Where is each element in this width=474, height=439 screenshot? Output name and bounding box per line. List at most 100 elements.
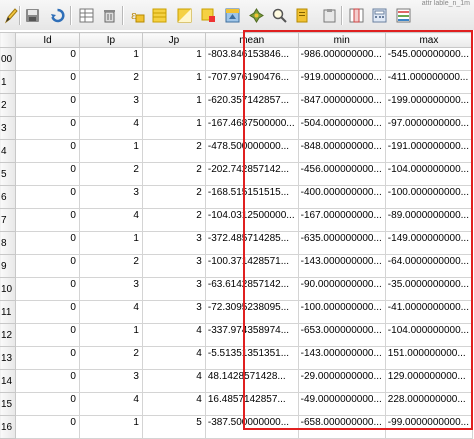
cell-min[interactable]: -658.000000000...: [297, 415, 386, 439]
delete-column-icon[interactable]: [348, 7, 365, 24]
cell-max[interactable]: -89.0000000000...: [384, 208, 474, 232]
cell-max[interactable]: -100.000000000...: [384, 185, 474, 209]
cell-id[interactable]: 0: [15, 139, 80, 163]
row-header[interactable]: 1: [0, 70, 17, 94]
cell-ip[interactable]: 1: [78, 323, 143, 347]
table-row[interactable]: 9 0 2 3 -100.371428571... -143.000000000... -6…: [0, 254, 474, 278]
cell-min[interactable]: -848.000000000...: [297, 139, 386, 163]
paste-features-icon[interactable]: [321, 7, 338, 24]
cell-id[interactable]: 0: [15, 208, 80, 232]
cell-ip[interactable]: 4: [78, 208, 143, 232]
conditional-format-icon[interactable]: [395, 7, 412, 24]
invert-selection-icon[interactable]: [176, 7, 193, 24]
cell-ip[interactable]: 4: [78, 300, 143, 324]
cell-ip[interactable]: 2: [78, 254, 143, 278]
cell-jp[interactable]: 2: [141, 208, 206, 232]
pan-to-selected-icon[interactable]: [248, 7, 265, 24]
cell-jp[interactable]: 4: [141, 346, 206, 370]
cell-max[interactable]: -411.000000000...: [384, 70, 474, 94]
cell-jp[interactable]: 4: [141, 392, 206, 416]
cell-ip[interactable]: 2: [78, 70, 143, 94]
cell-ip[interactable]: 3: [78, 277, 143, 301]
column-header-ip[interactable]: Ip: [78, 32, 143, 48]
cell-ip[interactable]: 1: [78, 415, 143, 439]
cell-id[interactable]: 0: [15, 185, 80, 209]
cell-max[interactable]: -97.0000000000...: [384, 116, 474, 140]
cell-min[interactable]: -167.000000000...: [297, 208, 386, 232]
table-row[interactable]: 14 0 3 4 48.1428571428... -29.0000000000... 12…: [0, 369, 474, 393]
cell-min[interactable]: -143.000000000...: [297, 346, 386, 370]
reload-icon[interactable]: [49, 7, 66, 24]
zoom-to-selected-icon[interactable]: [271, 7, 288, 24]
cell-min[interactable]: -29.0000000000...: [297, 369, 386, 393]
cell-id[interactable]: 0: [15, 116, 80, 140]
cell-jp[interactable]: 1: [141, 116, 206, 140]
cell-max[interactable]: -191.000000000...: [384, 139, 474, 163]
row-header[interactable]: 9: [0, 254, 17, 278]
table-row[interactable]: 11 0 4 3 -72.3095238095... -100.000000000... -…: [0, 300, 474, 324]
copy-rows-icon[interactable]: [294, 7, 311, 24]
cell-jp[interactable]: 3: [141, 254, 206, 278]
row-header[interactable]: 4: [0, 139, 17, 163]
table-row[interactable]: 13 0 2 4 -5.51351351351... -143.000000000... 1…: [0, 346, 474, 370]
table-row[interactable]: 2 0 3 1 -620.357142857... -847.000000000... -1…: [0, 93, 474, 117]
cell-mean[interactable]: -100.371428571...: [204, 254, 299, 278]
cell-ip[interactable]: 1: [78, 47, 143, 71]
cell-min[interactable]: -919.000000000...: [297, 70, 386, 94]
cell-id[interactable]: 0: [15, 254, 80, 278]
cell-ip[interactable]: 2: [78, 346, 143, 370]
cell-id[interactable]: 0: [15, 47, 80, 71]
cell-mean[interactable]: -372.485714285...: [204, 231, 299, 255]
cell-jp[interactable]: 1: [141, 70, 206, 94]
cell-min[interactable]: -400.000000000...: [297, 185, 386, 209]
move-selection-top-icon[interactable]: [224, 7, 241, 24]
cell-max[interactable]: -545.000000000...: [384, 47, 474, 71]
cell-jp[interactable]: 2: [141, 185, 206, 209]
cell-id[interactable]: 0: [15, 93, 80, 117]
cell-ip[interactable]: 3: [78, 185, 143, 209]
table-row[interactable]: 8 0 1 3 -372.485714285... -635.000000000... -1…: [0, 231, 474, 255]
row-header[interactable]: 7: [0, 208, 17, 232]
cell-jp[interactable]: 2: [141, 162, 206, 186]
cell-min[interactable]: -143.000000000...: [297, 254, 386, 278]
cell-mean[interactable]: -63.6142857142...: [204, 277, 299, 301]
cell-mean[interactable]: -478.500000000...: [204, 139, 299, 163]
cell-max[interactable]: -104.000000000...: [384, 323, 474, 347]
select-all-icon[interactable]: [151, 7, 168, 24]
row-header[interactable]: 5: [0, 162, 17, 186]
cell-jp[interactable]: 1: [141, 93, 206, 117]
cell-max[interactable]: -41.0000000000...: [384, 300, 474, 324]
cell-mean[interactable]: -167.4687500000...: [204, 116, 299, 140]
corner-cell[interactable]: [0, 32, 17, 48]
delete-feature-icon[interactable]: [101, 7, 118, 24]
cell-id[interactable]: 0: [15, 346, 80, 370]
cell-ip[interactable]: 1: [78, 231, 143, 255]
table-row[interactable]: 16 0 1 5 -387.500000000... -658.000000000... -…: [0, 415, 474, 439]
cell-id[interactable]: 0: [15, 70, 80, 94]
cell-mean[interactable]: -104.0312500000...: [204, 208, 299, 232]
cell-mean[interactable]: -620.357142857...: [204, 93, 299, 117]
cell-mean[interactable]: -337.974358974...: [204, 323, 299, 347]
cell-min[interactable]: -847.000000000...: [297, 93, 386, 117]
cell-mean[interactable]: -168.515151515...: [204, 185, 299, 209]
cell-ip[interactable]: 4: [78, 392, 143, 416]
column-header-id[interactable]: Id: [15, 32, 80, 48]
row-header[interactable]: 15: [0, 392, 17, 416]
cell-jp[interactable]: 4: [141, 369, 206, 393]
cell-mean[interactable]: -707.976190476...: [204, 70, 299, 94]
row-header[interactable]: 12: [0, 323, 17, 347]
cell-min[interactable]: -986.000000000...: [297, 47, 386, 71]
row-header[interactable]: 11: [0, 300, 17, 324]
cell-id[interactable]: 0: [15, 162, 80, 186]
cell-mean[interactable]: -5.51351351351...: [204, 346, 299, 370]
cell-id[interactable]: 0: [15, 369, 80, 393]
cell-min[interactable]: -100.000000000...: [297, 300, 386, 324]
table-row[interactable]: 6 0 3 2 -168.515151515... -400.000000000... -1…: [0, 185, 474, 209]
column-header-max[interactable]: max: [384, 32, 474, 48]
cell-ip[interactable]: 2: [78, 162, 143, 186]
cell-max[interactable]: 228.000000000...: [384, 392, 474, 416]
cell-id[interactable]: 0: [15, 323, 80, 347]
cell-max[interactable]: 151.000000000...: [384, 346, 474, 370]
cell-mean[interactable]: 48.1428571428...: [204, 369, 299, 393]
table-row[interactable]: 10 0 3 3 -63.6142857142... -90.0000000000... -…: [0, 277, 474, 301]
